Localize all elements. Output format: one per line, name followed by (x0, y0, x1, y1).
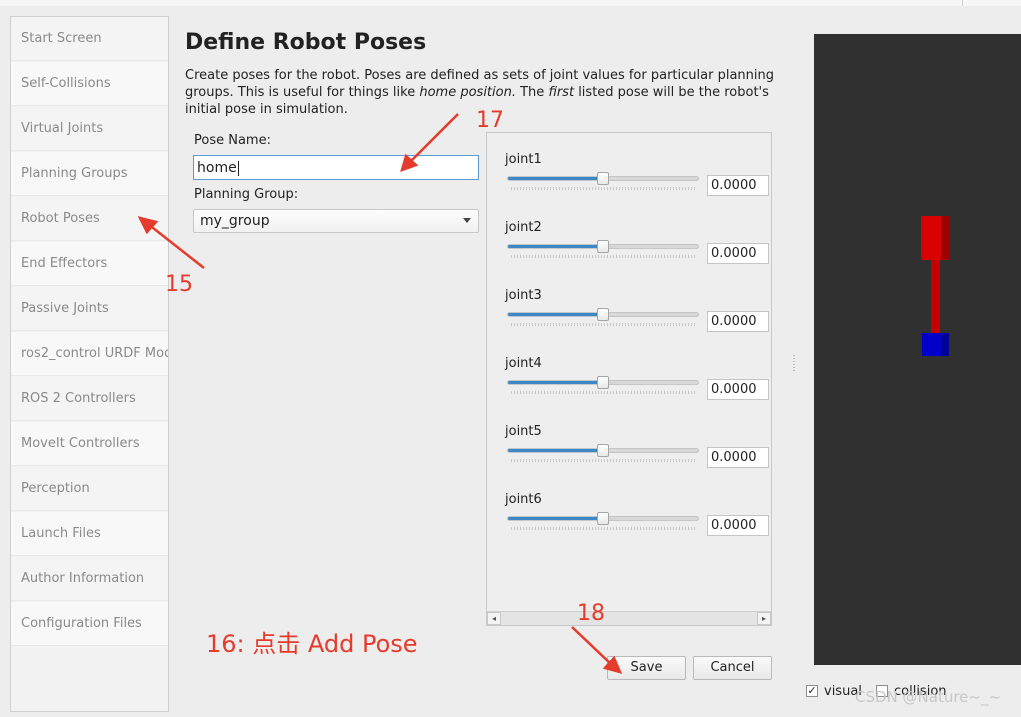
slider-handle[interactable] (597, 444, 609, 457)
slider-handle[interactable] (597, 376, 609, 389)
slider-ticks (511, 527, 695, 530)
chevron-down-icon (463, 218, 471, 223)
scroll-left-icon[interactable]: ◂ (487, 612, 501, 625)
sidebar-item-start-screen[interactable]: Start Screen (11, 17, 168, 61)
description-text-2: The (515, 85, 549, 100)
slider-fill (508, 313, 603, 316)
robot-link (931, 259, 940, 339)
slider-handle[interactable] (597, 512, 609, 525)
slider-handle[interactable] (597, 308, 609, 321)
top-strip (0, 0, 1021, 6)
joint-row: joint4 0.0000 (505, 356, 769, 416)
sidebar-item-author-information[interactable]: Author Information (11, 557, 168, 601)
joint-slider[interactable] (507, 512, 699, 525)
joint-value-field[interactable]: 0.0000 (707, 243, 769, 264)
pose-name-label: Pose Name: (194, 133, 271, 148)
sidebar-item-moveit-controllers[interactable]: MoveIt Controllers (11, 422, 168, 466)
cancel-button[interactable]: Cancel (693, 656, 772, 680)
joint-slider[interactable] (507, 308, 699, 321)
joint-label: joint1 (505, 152, 542, 167)
annotation-15: 15 (165, 272, 193, 297)
text-caret (237, 160, 239, 176)
robot-base-link (922, 333, 949, 356)
joint-row: joint5 0.0000 (505, 424, 769, 484)
sidebar-item-configuration-files[interactable]: Configuration Files (11, 602, 168, 646)
joint-values-panel: joint1 0.0000 joint2 0.0000 joint3 0.000… (486, 132, 772, 626)
sidebar-item-ros2-control[interactable]: ros2_control URDF Modifications (11, 332, 168, 376)
slider-ticks (511, 255, 695, 258)
joint-value-field[interactable]: 0.0000 (707, 175, 769, 196)
page-title: Define Robot Poses (185, 30, 427, 55)
planning-group-label: Planning Group: (194, 187, 299, 202)
annotation-16: 16: 点击 Add Pose (206, 630, 418, 658)
sidebar-item-self-collisions[interactable]: Self-Collisions (11, 62, 168, 106)
slider-fill (508, 517, 603, 520)
joint-value-field[interactable]: 0.0000 (707, 311, 769, 332)
sidebar-item-perception[interactable]: Perception (11, 467, 168, 511)
robot-end-link (921, 216, 950, 260)
robot-3d-viewport[interactable] (814, 34, 1021, 665)
slider-fill (508, 449, 603, 452)
joint-row: joint3 0.0000 (505, 288, 769, 348)
scroll-right-icon[interactable]: ▸ (757, 612, 771, 625)
slider-fill (508, 245, 603, 248)
joint-value-field[interactable]: 0.0000 (707, 447, 769, 468)
arrow-18 (571, 626, 613, 666)
watermark: CSDN @Nature~_~ (855, 688, 1002, 706)
sidebar-item-ros2-controllers[interactable]: ROS 2 Controllers (11, 377, 168, 421)
sidebar-item-end-effectors[interactable]: End Effectors (11, 242, 168, 286)
description-emphasis-2: first (548, 85, 575, 100)
joint-label: joint5 (505, 424, 542, 439)
slider-handle[interactable] (597, 240, 609, 253)
joint-slider[interactable] (507, 240, 699, 253)
joint-value-field[interactable]: 0.0000 (707, 515, 769, 536)
planning-group-select[interactable]: my_group (193, 209, 479, 233)
sidebar-item-virtual-joints[interactable]: Virtual Joints (11, 107, 168, 151)
annotation-17: 17 (476, 108, 504, 133)
joint-value-field[interactable]: 0.0000 (707, 379, 769, 400)
slider-handle[interactable] (597, 172, 609, 185)
joint-label: joint6 (505, 492, 542, 507)
joint-row: joint6 0.0000 (505, 492, 769, 552)
annotation-18: 18 (577, 601, 605, 626)
slider-ticks (511, 187, 695, 190)
description-emphasis-1: home position. (419, 85, 516, 100)
joint-label: joint4 (505, 356, 542, 371)
joint-slider[interactable] (507, 444, 699, 457)
planning-group-value: my_group (200, 213, 270, 229)
horizontal-scrollbar[interactable]: ◂ ▸ (487, 611, 771, 625)
top-divider (962, 0, 963, 6)
joint-label: joint3 (505, 288, 542, 303)
joint-slider[interactable] (507, 376, 699, 389)
sidebar-item-robot-poses[interactable]: Robot Poses (11, 197, 168, 241)
sidebar-item-planning-groups[interactable]: Planning Groups (11, 152, 168, 196)
splitter-handle[interactable] (793, 355, 795, 371)
joint-slider[interactable] (507, 172, 699, 185)
slider-ticks (511, 391, 695, 394)
joint-row: joint1 0.0000 (505, 152, 769, 212)
joint-row: joint2 0.0000 (505, 220, 769, 280)
joint-label: joint2 (505, 220, 542, 235)
pose-name-value: home (197, 160, 237, 176)
sidebar-item-launch-files[interactable]: Launch Files (11, 512, 168, 556)
sidebar-item-passive-joints[interactable]: Passive Joints (11, 287, 168, 331)
robot-base-link-side (941, 333, 949, 356)
slider-ticks (511, 459, 695, 462)
robot-end-link-side (941, 216, 950, 260)
slider-ticks (511, 323, 695, 326)
save-button[interactable]: Save (607, 656, 686, 680)
sidebar: Start Screen Self-Collisions Virtual Joi… (10, 16, 169, 712)
slider-fill (508, 177, 603, 180)
pose-name-input[interactable]: home (193, 155, 479, 180)
visual-checkbox[interactable]: ✓ (806, 685, 818, 697)
slider-fill (508, 381, 603, 384)
